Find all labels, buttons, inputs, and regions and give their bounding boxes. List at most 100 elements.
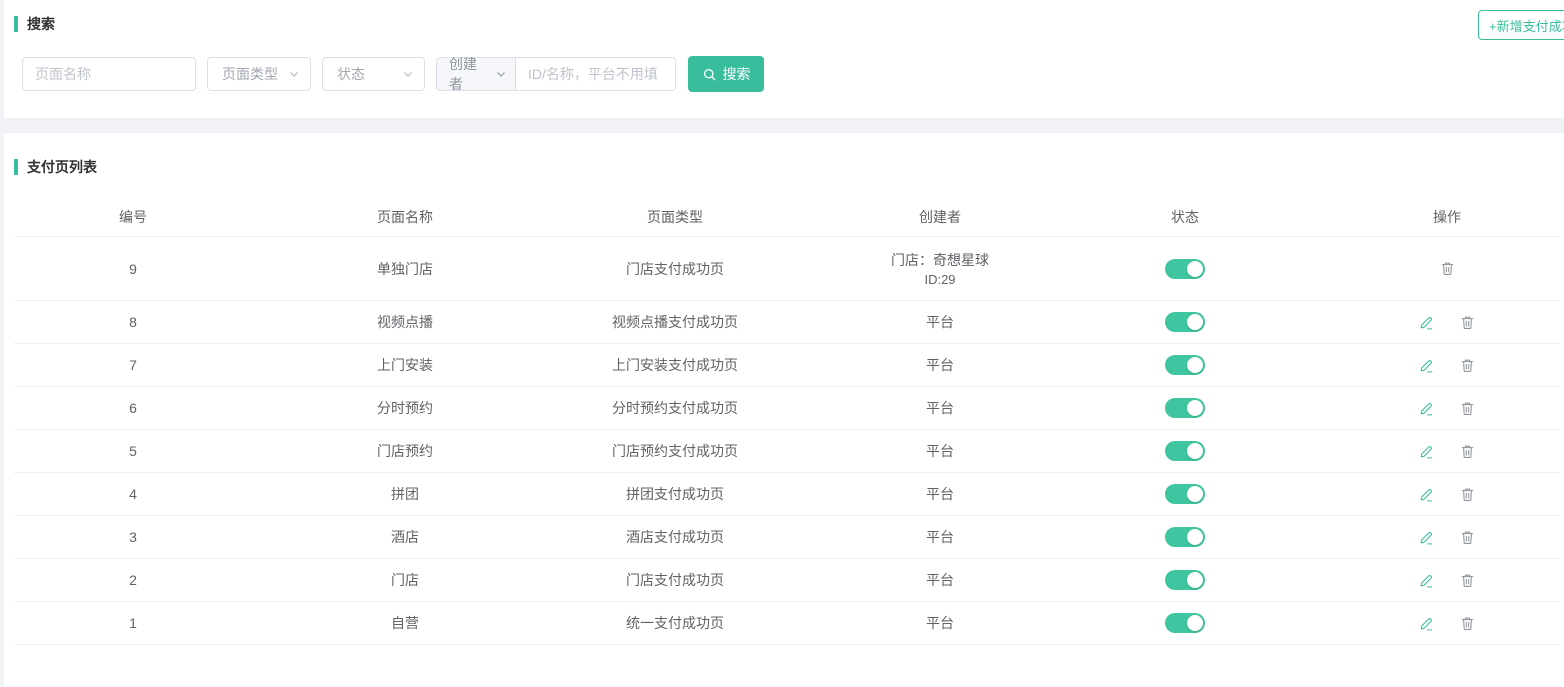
row-page-name: 拼团 <box>252 484 558 504</box>
row-actions <box>1282 400 1560 417</box>
row-creator-main: 平台 <box>792 484 1088 504</box>
edit-icon[interactable] <box>1418 357 1435 374</box>
row-id: 4 <box>14 486 252 502</box>
row-page-type: 门店预约支付成功页 <box>558 441 792 461</box>
row-id: 3 <box>14 529 252 545</box>
search-icon <box>702 67 717 82</box>
delete-icon[interactable] <box>1459 615 1476 632</box>
edit-icon[interactable] <box>1418 572 1435 589</box>
delete-icon[interactable] <box>1459 400 1476 417</box>
toggle-knob <box>1187 615 1203 631</box>
row-creator: 门店：奇想星球 ID:29 <box>792 250 1088 287</box>
edit-icon[interactable] <box>1418 443 1435 460</box>
status-toggle[interactable] <box>1165 312 1205 332</box>
row-page-name: 单独门店 <box>252 259 558 279</box>
row-page-name: 自营 <box>252 613 558 633</box>
edit-icon[interactable] <box>1418 400 1435 417</box>
section-title-bar <box>14 159 18 175</box>
column-header-status: 状态 <box>1088 207 1282 227</box>
edit-icon[interactable] <box>1418 529 1435 546</box>
creator-select[interactable]: 创建者 <box>436 57 516 91</box>
toggle-knob <box>1187 261 1203 277</box>
row-creator: 平台 <box>792 484 1088 504</box>
delete-icon[interactable] <box>1459 529 1476 546</box>
status-toggle[interactable] <box>1165 355 1205 375</box>
edit-icon[interactable] <box>1418 615 1435 632</box>
toggle-knob <box>1187 486 1203 502</box>
row-creator: 平台 <box>792 613 1088 633</box>
page-type-select-label: 页面类型 <box>222 64 278 84</box>
delete-icon[interactable] <box>1459 486 1476 503</box>
row-creator-main: 平台 <box>792 613 1088 633</box>
status-toggle[interactable] <box>1165 441 1205 461</box>
delete-icon[interactable] <box>1459 572 1476 589</box>
row-creator: 平台 <box>792 527 1088 547</box>
row-status <box>1088 259 1282 279</box>
row-actions <box>1282 260 1560 277</box>
search-button-label: 搜索 <box>723 64 751 84</box>
edit-icon[interactable] <box>1418 314 1435 331</box>
table-row: 4 拼团 拼团支付成功页 平台 <box>14 473 1560 516</box>
row-page-type: 门店支付成功页 <box>558 570 792 590</box>
toggle-knob <box>1187 314 1203 330</box>
page-type-select[interactable]: 页面类型 <box>207 57 311 91</box>
payment-pages-table: 编号 页面名称 页面类型 创建者 状态 操作 9 单独门店 门店支付成功页 门店… <box>14 197 1560 645</box>
column-header-page-type: 页面类型 <box>558 207 792 227</box>
delete-icon[interactable] <box>1439 260 1456 277</box>
table-row: 7 上门安装 上门安装支付成功页 平台 <box>14 344 1560 387</box>
status-toggle[interactable] <box>1165 527 1205 547</box>
status-toggle[interactable] <box>1165 398 1205 418</box>
row-creator-main: 平台 <box>792 312 1088 332</box>
row-actions <box>1282 486 1560 503</box>
table-row: 8 视频点播 视频点播支付成功页 平台 <box>14 301 1560 344</box>
row-status <box>1088 312 1282 332</box>
row-creator-main: 平台 <box>792 527 1088 547</box>
status-toggle[interactable] <box>1165 570 1205 590</box>
delete-icon[interactable] <box>1459 357 1476 374</box>
row-page-type: 视频点播支付成功页 <box>558 312 792 332</box>
row-page-type: 拼团支付成功页 <box>558 484 792 504</box>
row-id: 5 <box>14 443 252 459</box>
edit-icon[interactable] <box>1418 486 1435 503</box>
row-creator: 平台 <box>792 312 1088 332</box>
row-creator-main: 平台 <box>792 441 1088 461</box>
search-button[interactable]: 搜索 <box>688 56 764 92</box>
row-id: 7 <box>14 357 252 373</box>
table-header-row: 编号 页面名称 页面类型 创建者 状态 操作 <box>14 197 1560 237</box>
toggle-knob <box>1187 443 1203 459</box>
row-page-name: 上门安装 <box>252 355 558 375</box>
row-status <box>1088 570 1282 590</box>
row-page-type: 酒店支付成功页 <box>558 527 792 547</box>
row-id: 8 <box>14 314 252 330</box>
row-actions <box>1282 529 1560 546</box>
id-name-input[interactable] <box>516 57 676 91</box>
row-page-type: 分时预约支付成功页 <box>558 398 792 418</box>
status-toggle[interactable] <box>1165 259 1205 279</box>
row-creator: 平台 <box>792 398 1088 418</box>
row-page-name: 门店 <box>252 570 558 590</box>
column-header-page-name: 页面名称 <box>252 207 558 227</box>
add-payment-page-button[interactable]: +新增支付成功 <box>1478 10 1564 40</box>
status-select[interactable]: 状态 <box>322 57 425 91</box>
row-actions <box>1282 615 1560 632</box>
row-page-name: 门店预约 <box>252 441 558 461</box>
delete-icon[interactable] <box>1459 443 1476 460</box>
toggle-knob <box>1187 357 1203 373</box>
search-section-title: 搜索 <box>14 14 55 34</box>
row-actions <box>1282 443 1560 460</box>
page-name-input[interactable] <box>22 57 196 91</box>
table-row: 1 自营 统一支付成功页 平台 <box>14 602 1560 645</box>
table-row: 3 酒店 酒店支付成功页 平台 <box>14 516 1560 559</box>
row-creator: 平台 <box>792 570 1088 590</box>
table-body: 9 单独门店 门店支付成功页 门店：奇想星球 ID:29 8 视频点播 视频点播… <box>14 237 1560 645</box>
row-creator-main: 门店：奇想星球 <box>792 250 1088 270</box>
delete-icon[interactable] <box>1459 314 1476 331</box>
status-toggle[interactable] <box>1165 613 1205 633</box>
row-id: 2 <box>14 572 252 588</box>
chevron-down-icon <box>495 68 507 80</box>
row-creator-main: 平台 <box>792 355 1088 375</box>
toggle-knob <box>1187 529 1203 545</box>
row-status <box>1088 527 1282 547</box>
status-toggle[interactable] <box>1165 484 1205 504</box>
row-id: 9 <box>14 261 252 277</box>
